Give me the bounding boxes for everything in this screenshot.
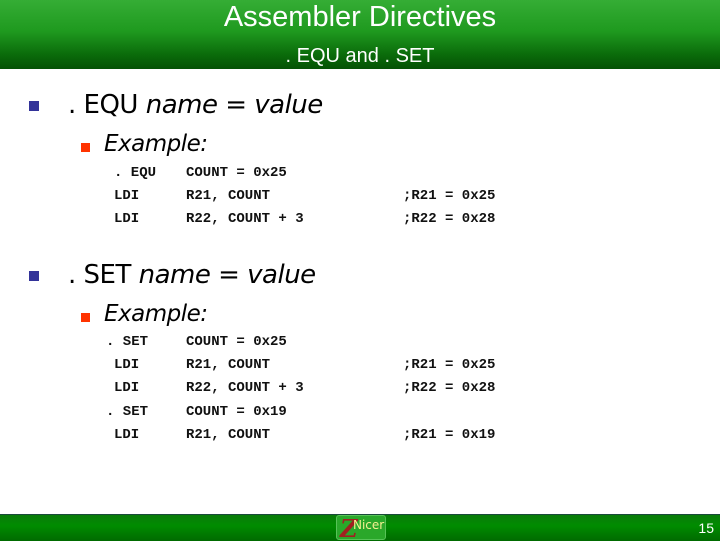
code-args: COUNT = 0x25 bbox=[186, 165, 287, 181]
code-args: COUNT = 0x25 bbox=[186, 334, 287, 350]
code-op: LDI bbox=[114, 357, 140, 373]
slide-subtitle: . EQU and . SET bbox=[285, 45, 435, 67]
code-comment: ;R21 = 0x25 bbox=[403, 188, 496, 204]
equ-example-label: Example: bbox=[104, 131, 208, 157]
page-number: 15 bbox=[698, 520, 714, 536]
code-args: R21, COUNT bbox=[186, 427, 271, 443]
code-args: R22, COUNT + 3 bbox=[186, 211, 304, 227]
equ-directive: . EQU bbox=[68, 90, 138, 120]
code-op: . SET bbox=[106, 334, 149, 350]
equ-syntax: name = value bbox=[145, 90, 324, 120]
set-heading: . SET name = value bbox=[68, 260, 316, 290]
code-op: LDI bbox=[114, 211, 140, 227]
code-args: R22, COUNT + 3 bbox=[186, 380, 304, 396]
slide-title: Assembler Directives bbox=[223, 1, 497, 33]
code-op: LDI bbox=[114, 380, 140, 396]
nicer-logo-icon: Z Nicer bbox=[336, 514, 386, 543]
code-op: . EQU bbox=[114, 165, 157, 181]
bullet-square-icon bbox=[29, 271, 39, 281]
code-args: R21, COUNT bbox=[186, 357, 271, 373]
code-comment: ;R22 = 0x28 bbox=[403, 211, 496, 227]
code-op: . SET bbox=[106, 404, 149, 420]
code-args: COUNT = 0x19 bbox=[186, 404, 287, 420]
equ-heading: . EQU name = value bbox=[68, 90, 323, 120]
code-comment: ;R22 = 0x28 bbox=[403, 380, 496, 396]
code-comment: ;R21 = 0x25 bbox=[403, 357, 496, 373]
code-op: LDI bbox=[114, 427, 140, 443]
set-directive: . SET bbox=[68, 260, 131, 290]
set-syntax: name = value bbox=[138, 260, 317, 290]
code-op: LDI bbox=[114, 188, 140, 204]
bullet-square-icon bbox=[81, 143, 90, 152]
slide-header: Assembler Directives . EQU and . SET bbox=[0, 0, 720, 69]
set-example-label: Example: bbox=[104, 301, 208, 327]
code-args: R21, COUNT bbox=[186, 188, 271, 204]
logo-text: Nicer bbox=[353, 518, 385, 532]
bullet-square-icon bbox=[29, 101, 39, 111]
bullet-square-icon bbox=[81, 313, 90, 322]
code-comment: ;R21 = 0x19 bbox=[403, 427, 496, 443]
